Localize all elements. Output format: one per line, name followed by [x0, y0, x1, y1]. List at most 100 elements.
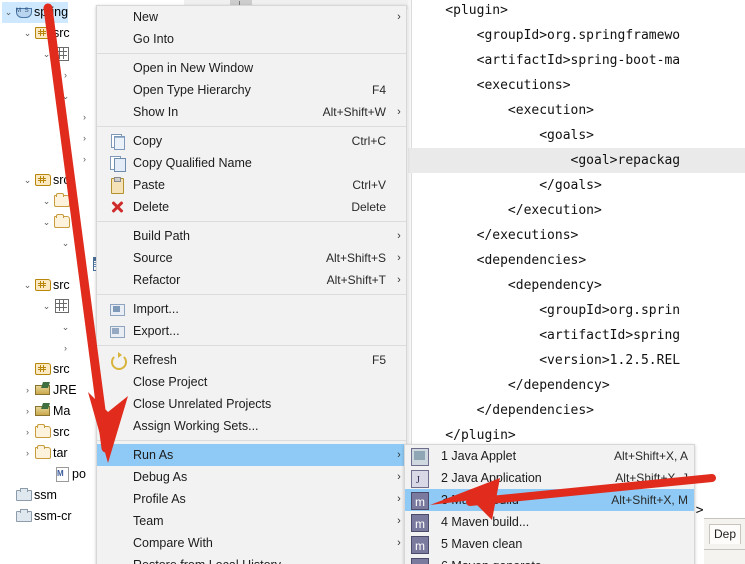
menu-item-run-as[interactable]: Run As › — [97, 444, 406, 466]
menu-item-close-unrelated-projects[interactable]: Close Unrelated Projects — [97, 393, 406, 415]
code-line-text: <executions> — [414, 78, 571, 93]
tree-item[interactable]: ⌄ — [59, 233, 72, 254]
tree-item-tar[interactable]: › tar — [21, 443, 68, 464]
menu-item-show-in[interactable]: Show In Alt+Shift+W › — [97, 101, 406, 123]
menu-item-new[interactable]: New › — [97, 6, 406, 28]
submenu-item-3-maven-build[interactable]: 3 Maven build Alt+Shift+X, M — [405, 489, 694, 513]
twisty-expanded-icon[interactable]: ⌄ — [21, 275, 34, 296]
tree-item-ma[interactable]: › Ma — [21, 401, 70, 422]
menu-item-accelerator: F5 — [371, 353, 386, 367]
twisty-expanded-icon[interactable]: ⌄ — [59, 233, 72, 254]
menu-item-refresh[interactable]: Refresh F5 — [97, 349, 406, 371]
export-icon-glyph — [109, 323, 125, 339]
tree-item[interactable]: › — [59, 338, 72, 359]
tree-item-ssm-cr[interactable]: ssm-cr — [2, 506, 72, 527]
code-line-text: <artifactId>spring — [414, 328, 681, 343]
twisty-collapsed-icon[interactable]: › — [78, 107, 91, 128]
project-context-menu[interactable]: New › Go Into Open in New Window Open Type H… — [96, 5, 407, 564]
menu-item-label: Show In — [133, 105, 179, 119]
twisty-collapsed-icon[interactable]: › — [59, 65, 72, 86]
source-folder-icon — [34, 276, 51, 292]
twisty-expanded-icon[interactable]: ⌄ — [59, 86, 72, 107]
menu-item-label: Import... — [133, 302, 179, 316]
code-line: <artifactId>spring-boot-ma — [414, 48, 745, 73]
twisty-expanded-icon[interactable]: ⌄ — [40, 296, 53, 317]
menu-item-delete[interactable]: Delete Delete — [97, 196, 406, 218]
menu-item-paste[interactable]: Paste Ctrl+V — [97, 174, 406, 196]
refresh-icon-glyph — [109, 352, 127, 370]
twisty-expanded-icon[interactable]: ⌄ — [2, 2, 15, 23]
twisty-expanded-icon[interactable]: ⌄ — [21, 23, 34, 44]
twisty-collapsed-icon[interactable]: › — [21, 380, 34, 401]
menu-item-assign-working-sets[interactable]: Assign Working Sets... — [97, 415, 406, 437]
menu-item-copy[interactable]: Copy Ctrl+C — [97, 130, 406, 152]
tree-item[interactable]: › — [59, 65, 72, 86]
tree-item[interactable]: › — [78, 107, 91, 128]
folder-icon — [34, 444, 51, 460]
tree-item[interactable]: › — [78, 149, 91, 170]
menu-item-go-into[interactable]: Go Into — [97, 28, 406, 50]
menu-item-close-project[interactable]: Close Project — [97, 371, 406, 393]
tree-item-ssm[interactable]: ssm — [2, 485, 57, 506]
tree-item-src[interactable]: › src — [21, 422, 70, 443]
twisty-collapsed-icon[interactable]: › — [78, 128, 91, 149]
submenu-item-2-java-application[interactable]: 2 Java Application Alt+Shift+X, J — [405, 467, 694, 492]
menu-item-refactor[interactable]: Refactor Alt+Shift+T › — [97, 269, 406, 291]
tree-item[interactable]: ⌄ — [40, 296, 72, 317]
twisty-collapsed-icon[interactable]: › — [21, 422, 34, 443]
source-folder-icon — [34, 360, 51, 376]
tree-item-src[interactable]: ⌄ src — [21, 170, 70, 191]
twisty-expanded-icon[interactable]: ⌄ — [21, 170, 34, 191]
menu-item-icon-slot — [97, 79, 133, 101]
menu-item-copy-qualified-name[interactable]: Copy Qualified Name — [97, 152, 406, 174]
twisty-collapsed-icon[interactable]: › — [21, 443, 34, 464]
tree-item-po[interactable]: po — [40, 464, 86, 485]
twisty-expanded-icon[interactable]: ⌄ — [40, 191, 53, 212]
twisty-none — [2, 485, 15, 506]
menu-item-profile-as[interactable]: Profile As › — [97, 488, 406, 510]
twisty-collapsed-icon[interactable]: › — [78, 149, 91, 170]
menu-item-build-path[interactable]: Build Path › — [97, 225, 406, 247]
tree-item[interactable]: ⌄ — [59, 86, 72, 107]
import-icon-glyph — [109, 301, 125, 317]
tree-item[interactable]: ⌄ — [40, 44, 72, 65]
submenu-item-6-maven-generate[interactable]: 6 Maven generate — [405, 555, 694, 564]
submenu-item-4-maven-build[interactable]: 4 Maven build... — [405, 511, 694, 535]
tree-item[interactable]: › — [78, 128, 91, 149]
menu-item-label: Go Into — [133, 32, 174, 46]
menu-item-source[interactable]: Source Alt+Shift+S › — [97, 247, 406, 269]
paste-icon-glyph — [109, 177, 125, 194]
menu-item-restore-from-local-history[interactable]: Restore from Local History... — [97, 554, 406, 564]
twisty-expanded-icon[interactable]: ⌄ — [40, 212, 53, 233]
maven-icon-glyph — [411, 513, 429, 535]
tab-dependencies[interactable]: Dep — [709, 524, 742, 544]
code-line-text: <goal>repackag — [414, 153, 681, 168]
code-line: <version>1.2.5.REL — [414, 348, 745, 373]
menu-item-team[interactable]: Team › — [97, 510, 406, 532]
menu-item-import[interactable]: Import... — [97, 298, 406, 320]
tree-item[interactable]: ⌄ — [59, 317, 72, 338]
library-icon — [34, 402, 51, 418]
twisty-collapsed-icon[interactable]: › — [59, 338, 72, 359]
twisty-collapsed-icon[interactable]: › — [21, 401, 34, 422]
menu-item-debug-as[interactable]: Debug As › — [97, 466, 406, 488]
twisty-expanded-icon[interactable]: ⌄ — [40, 44, 53, 65]
editor-bottom-tabs[interactable]: Dep — [704, 518, 745, 564]
menu-item-export[interactable]: Export... — [97, 320, 406, 342]
menu-item-open-type-hierarchy[interactable]: Open Type Hierarchy F4 — [97, 79, 406, 101]
tree-item-src[interactable]: ⌄ src — [21, 23, 70, 44]
tree-item-src[interactable]: src — [21, 359, 70, 380]
menu-item-open-in-new-window[interactable]: Open in New Window — [97, 57, 406, 79]
submenu-item-1-java-applet[interactable]: 1 Java Applet Alt+Shift+X, A — [405, 445, 694, 467]
twisty-expanded-icon[interactable]: ⌄ — [59, 317, 72, 338]
menu-item-icon-slot — [97, 415, 133, 437]
submenu-item-5-maven-clean[interactable]: 5 Maven clean — [405, 533, 694, 557]
tree-item[interactable]: ⌄ — [40, 191, 72, 212]
tree-item-src[interactable]: ⌄ src — [21, 275, 70, 296]
menu-item-compare-with[interactable]: Compare With › — [97, 532, 406, 554]
tree-item-label: src — [53, 425, 70, 439]
tree-item-spring[interactable]: ⌄ spring — [2, 1, 69, 23]
tree-item[interactable]: ⌄ — [40, 212, 72, 233]
run-as-submenu[interactable]: 1 Java Applet Alt+Shift+X, A 2 Java Applic… — [404, 444, 695, 564]
tree-item-jre[interactable]: › JRE — [21, 380, 77, 401]
